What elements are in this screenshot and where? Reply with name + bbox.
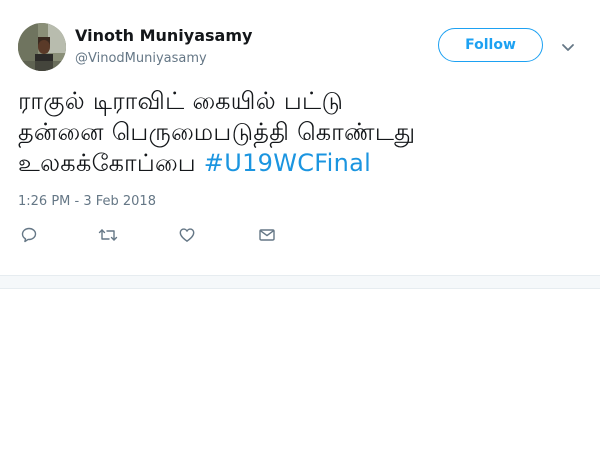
reply-icon[interactable] — [20, 226, 40, 246]
retweet-icon[interactable] — [98, 226, 118, 246]
avatar[interactable] — [18, 23, 66, 71]
hashtag-link[interactable]: #U19WCFinal — [204, 149, 371, 177]
tweet-text-line: தன்னை பெருமைபடுத்தி கொண்டது — [18, 118, 416, 146]
author-handle[interactable]: @VinodMuniyasamy — [75, 50, 207, 68]
tweet-card: Vinoth Muniyasamy @VinodMuniyasamy Follo… — [0, 0, 600, 276]
author-name[interactable]: Vinoth Muniyasamy — [75, 26, 252, 46]
chevron-down-icon[interactable] — [560, 39, 576, 51]
tweet-text: ராகுல் டிராவிட் கையில் பட்டு தன்னை பெரும… — [18, 86, 578, 179]
tweet-text-segment: உலகக்கோப்பை — [18, 149, 204, 177]
tweet-text-line: ராகுல் டிராவிட் கையில் பட்டு — [18, 87, 344, 115]
envelope-icon[interactable] — [258, 226, 278, 246]
follow-button[interactable]: Follow — [438, 28, 543, 62]
tweet-text-line-with-hashtag: உலகக்கோப்பை #U19WCFinal — [18, 148, 578, 179]
tweet-timestamp[interactable]: 1:26 PM - 3 Feb 2018 — [18, 193, 156, 211]
heart-icon[interactable] — [178, 226, 198, 246]
separator-band — [0, 276, 600, 289]
